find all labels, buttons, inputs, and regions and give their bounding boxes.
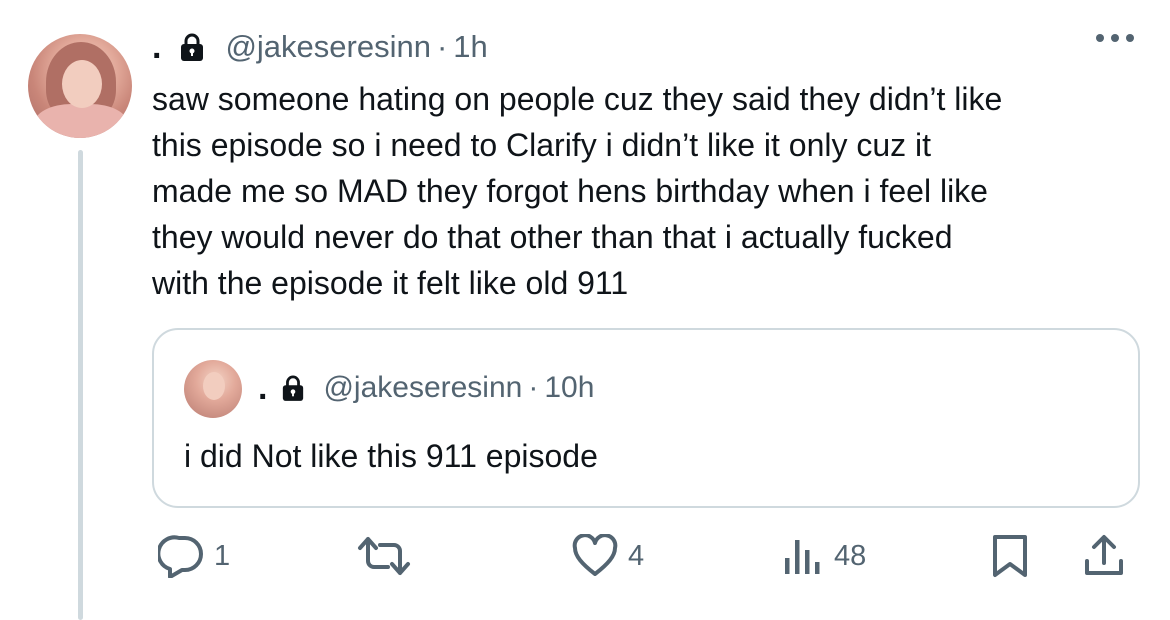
reply-button[interactable]: 1 (158, 528, 230, 584)
quoted-tweet-header: . @jakeseresinn · 10h (258, 366, 594, 410)
author-handle[interactable]: @jakeseresinn (225, 29, 431, 65)
retweet-icon (356, 534, 412, 578)
like-count: 4 (628, 539, 645, 572)
views-button[interactable]: 48 (782, 528, 866, 584)
author-avatar[interactable] (28, 34, 132, 138)
quoted-tweet-text: i did Not like this 911 episode (184, 438, 598, 474)
reply-icon (158, 534, 204, 578)
share-icon (1082, 533, 1126, 579)
more-icon[interactable] (1096, 34, 1134, 42)
tweet-text: saw someone hating on people cuz they sa… (152, 81, 1003, 301)
like-button[interactable]: 4 (572, 528, 644, 584)
heart-icon (572, 534, 618, 578)
bookmark-button[interactable] (990, 528, 1030, 584)
lock-icon (281, 374, 305, 402)
lock-icon (179, 32, 205, 62)
header-separator: · (436, 29, 448, 64)
thread-line (78, 150, 83, 620)
bookmark-icon (990, 533, 1030, 579)
quoted-tweet[interactable]: . @jakeseresinn · 10h i did Not like thi… (152, 328, 1140, 508)
quoted-author-handle: @jakeseresinn (323, 371, 523, 404)
reply-count: 1 (214, 539, 231, 572)
tweet-timestamp[interactable]: 1h (453, 29, 487, 65)
retweet-button[interactable] (356, 528, 422, 584)
views-count: 48 (834, 539, 867, 572)
quoted-display-name: . (258, 368, 268, 407)
views-icon (782, 534, 824, 578)
share-button[interactable] (1082, 528, 1126, 584)
display-name[interactable]: . (152, 28, 161, 67)
quoted-header-separator: · (528, 371, 539, 404)
action-bar: 1 4 48 (152, 528, 1142, 584)
quoted-author-avatar[interactable] (184, 360, 242, 418)
tweet-header: . @jakeseresinn · 1h (152, 24, 488, 70)
quoted-timestamp: 10h (544, 371, 595, 404)
